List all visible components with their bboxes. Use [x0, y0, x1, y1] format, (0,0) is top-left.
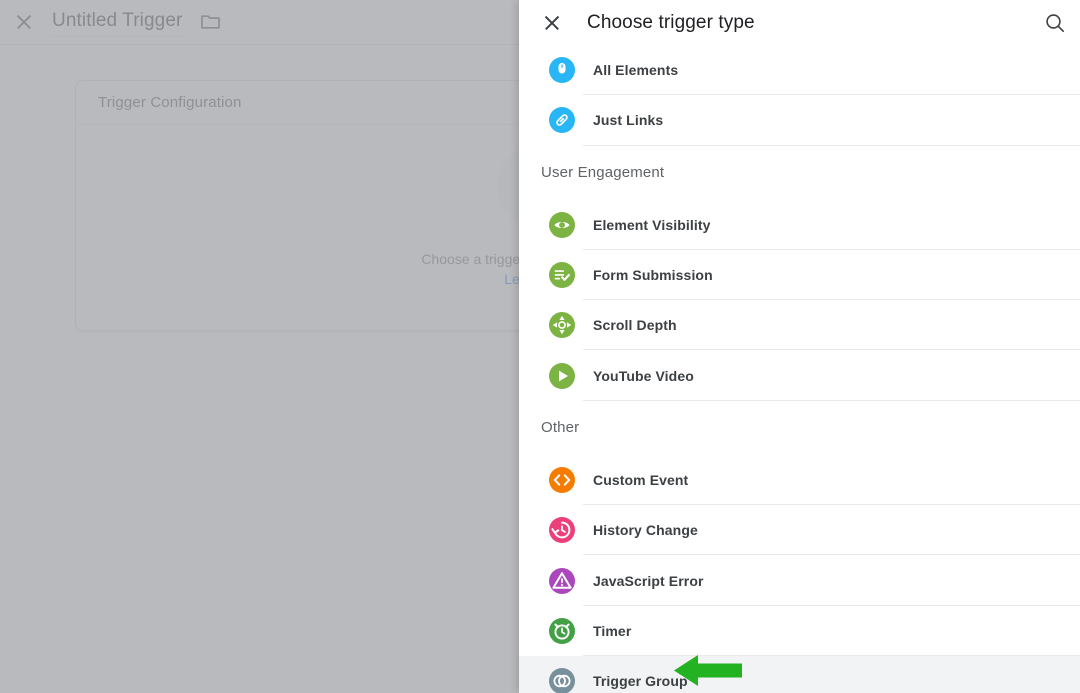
screen-root: Untitled Trigger Trigger Configuration: [0, 0, 1080, 693]
warning-triangle-icon: [549, 567, 575, 594]
mouse-click-icon: [549, 57, 575, 84]
scroll-arrows-icon: [549, 312, 575, 339]
trigger-type-list[interactable]: All Elements Just Links User Engagement Ele…: [519, 45, 1080, 693]
play-icon: [549, 362, 575, 389]
row-divider: [583, 144, 1080, 146]
trigger-type-row[interactable]: History Change: [519, 505, 1080, 556]
trigger-type-row[interactable]: Custom Event: [519, 455, 1080, 506]
trigger-type-label: Custom Event: [593, 471, 689, 488]
modal-dim-overlay[interactable]: [0, 0, 519, 693]
trigger-type-label: Timer: [593, 622, 632, 639]
trigger-type-label: JavaScript Error: [593, 572, 704, 589]
trigger-type-label: Element Visibility: [593, 216, 711, 233]
section-heading: User Engagement: [541, 164, 665, 182]
form-check-icon: [549, 262, 575, 289]
row-divider: [583, 399, 1080, 401]
search-icon[interactable]: [1044, 12, 1066, 34]
trigger-type-label: Form Submission: [593, 267, 713, 284]
trigger-type-row[interactable]: All Elements: [519, 45, 1080, 96]
section-heading: Other: [541, 419, 580, 437]
trigger-type-label: Scroll Depth: [593, 317, 677, 334]
eye-icon: [549, 211, 575, 238]
trigger-type-row[interactable]: Element Visibility: [519, 200, 1080, 250]
drawer-title: Choose trigger type: [587, 11, 755, 33]
choose-trigger-type-drawer: Choose trigger type All Elements Just Lin…: [519, 0, 1080, 693]
trigger-type-row[interactable]: JavaScript Error: [519, 555, 1080, 606]
trigger-type-row[interactable]: Scroll Depth: [519, 300, 1080, 351]
alarm-clock-icon: [549, 617, 575, 644]
trigger-type-label: History Change: [593, 522, 698, 539]
link-icon: [549, 107, 575, 134]
trigger-type-row[interactable]: Just Links: [519, 95, 1080, 146]
code-brackets-icon: [549, 466, 575, 493]
trigger-type-row[interactable]: YouTube Video: [519, 350, 1080, 401]
trigger-type-row[interactable]: Timer: [519, 606, 1080, 656]
history-clock-icon: [549, 517, 575, 544]
close-icon[interactable]: [541, 12, 563, 34]
trigger-type-label: All Elements: [593, 62, 679, 79]
trigger-type-label: YouTube Video: [593, 367, 694, 384]
trigger-type-row[interactable]: Form Submission: [519, 250, 1080, 301]
trigger-type-label: Trigger Group: [593, 673, 688, 690]
trigger-type-label: Just Links: [593, 112, 664, 129]
trigger-type-row[interactable]: Trigger Group: [519, 655, 1080, 693]
drawer-header: Choose trigger type: [519, 0, 1080, 45]
trigger-group-icon: [549, 668, 575, 693]
